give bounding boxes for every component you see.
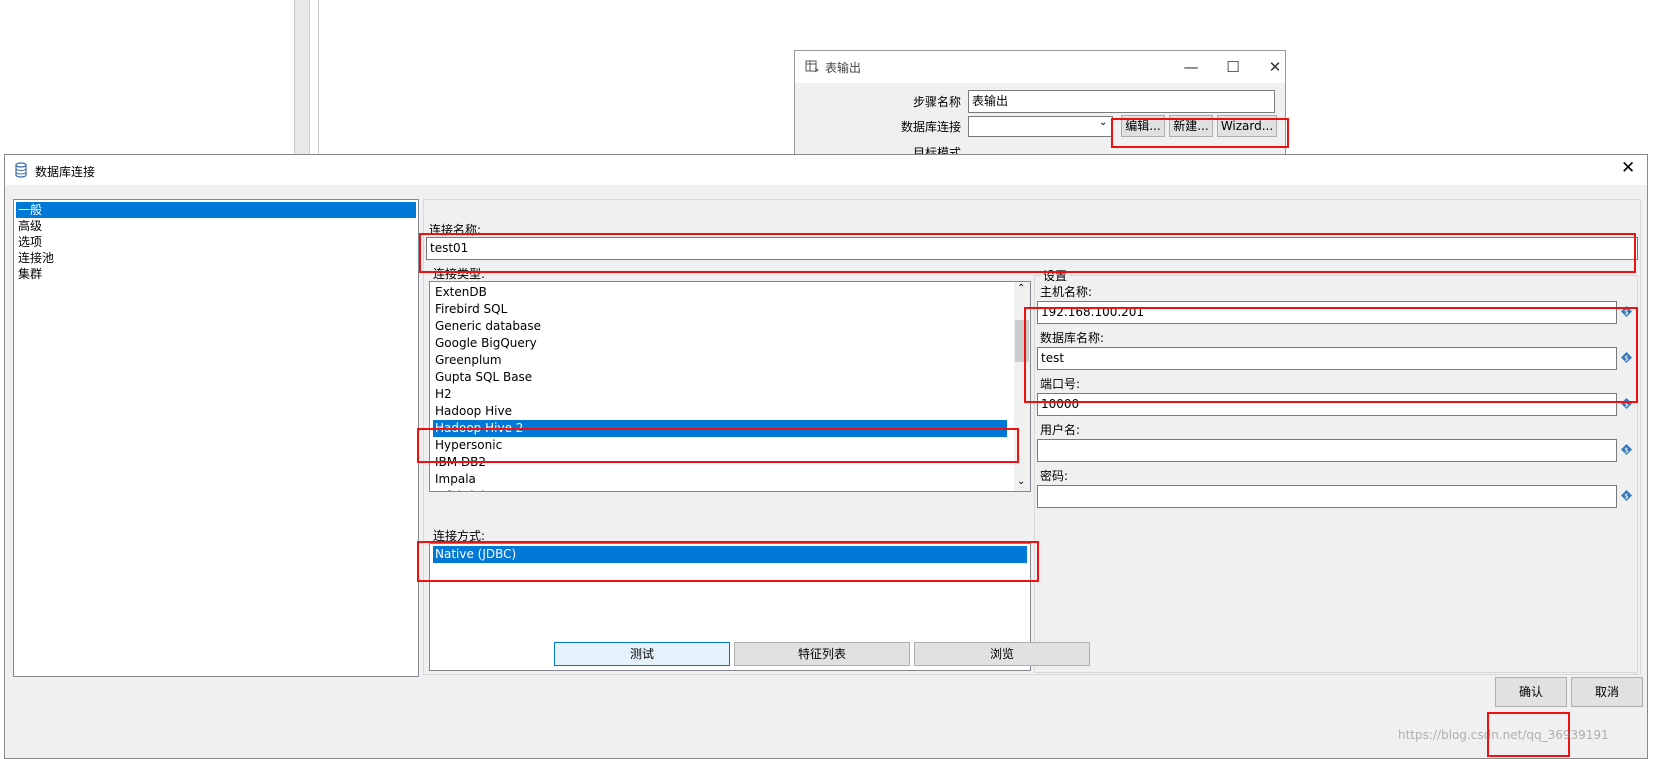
variable-icon[interactable]: $ bbox=[1621, 490, 1632, 501]
list-item[interactable]: Infobright bbox=[433, 488, 1013, 491]
user-label: 用户名: bbox=[1040, 423, 1081, 437]
nav-item-pooling[interactable]: 连接池 bbox=[16, 250, 416, 266]
list-item[interactable]: Impala bbox=[433, 471, 1013, 488]
highlight-box-jdbc bbox=[417, 541, 1039, 582]
nav-item-cluster[interactable]: 集群 bbox=[16, 266, 416, 282]
db-connection-label: 数据库连接 bbox=[901, 120, 962, 134]
minimize-icon[interactable]: — bbox=[1173, 55, 1209, 79]
password-input[interactable] bbox=[1037, 485, 1617, 508]
host-label: 主机名称: bbox=[1040, 285, 1093, 299]
chevron-down-icon: ⌄ bbox=[1099, 117, 1108, 128]
dialog-title: 数据库连接 bbox=[35, 165, 96, 179]
highlight-box-host-db bbox=[1024, 307, 1638, 403]
test-button[interactable]: 测试 bbox=[554, 642, 730, 666]
maximize-icon[interactable]: ☐ bbox=[1215, 55, 1251, 79]
scroll-up-icon[interactable]: ⌃ bbox=[1017, 283, 1025, 294]
list-item[interactable]: H2 bbox=[433, 386, 1013, 403]
list-item[interactable]: Hadoop Hive bbox=[433, 403, 1013, 420]
table-output-titlebar: 表输出 — ☐ ✕ bbox=[795, 51, 1285, 83]
nav-item-advanced[interactable]: 高级 bbox=[16, 218, 416, 234]
highlight-box-buttons bbox=[1111, 118, 1289, 148]
user-input[interactable] bbox=[1037, 439, 1617, 462]
explore-button[interactable]: 浏览 bbox=[914, 642, 1090, 666]
password-label: 密码: bbox=[1040, 469, 1069, 483]
step-name-label: 步骤名称 bbox=[913, 95, 962, 109]
scroll-down-icon[interactable]: ⌄ bbox=[1017, 476, 1025, 487]
svg-text:$: $ bbox=[1624, 446, 1628, 454]
database-icon bbox=[15, 162, 29, 178]
list-item[interactable]: Generic database bbox=[433, 318, 1013, 335]
ok-button[interactable]: 确认 bbox=[1495, 677, 1567, 707]
list-item[interactable]: Gupta SQL Base bbox=[433, 369, 1013, 386]
database-connection-titlebar: 数据库连接 ✕ bbox=[5, 155, 1647, 185]
variable-icon[interactable]: $ bbox=[1621, 444, 1632, 455]
list-item[interactable]: ExtenDB bbox=[433, 284, 1013, 301]
list-item[interactable]: Firebird SQL bbox=[433, 301, 1013, 318]
highlight-box-hive2 bbox=[417, 428, 1019, 463]
db-connection-select[interactable] bbox=[968, 116, 1113, 137]
svg-text:$: $ bbox=[1624, 492, 1628, 500]
cancel-button[interactable]: 取消 bbox=[1571, 677, 1643, 707]
highlight-box-connection-name bbox=[419, 233, 1636, 273]
nav-item-general[interactable]: 一般 bbox=[16, 202, 416, 218]
close-icon[interactable]: ✕ bbox=[1257, 55, 1293, 79]
list-item[interactable]: Greenplum bbox=[433, 352, 1013, 369]
step-name-input[interactable]: 表输出 bbox=[968, 90, 1275, 113]
table-output-icon bbox=[805, 59, 819, 73]
nav-tree: 一般 高级 选项 连接池 集群 bbox=[13, 199, 419, 677]
close-icon[interactable]: ✕ bbox=[1621, 158, 1635, 178]
list-item[interactable]: Google BigQuery bbox=[433, 335, 1013, 352]
feature-list-button[interactable]: 特征列表 bbox=[734, 642, 910, 666]
nav-item-options[interactable]: 选项 bbox=[16, 234, 416, 250]
table-output-title: 表输出 bbox=[825, 61, 862, 75]
watermark: https://blog.csdn.net/qq_36939191 bbox=[1398, 728, 1609, 742]
